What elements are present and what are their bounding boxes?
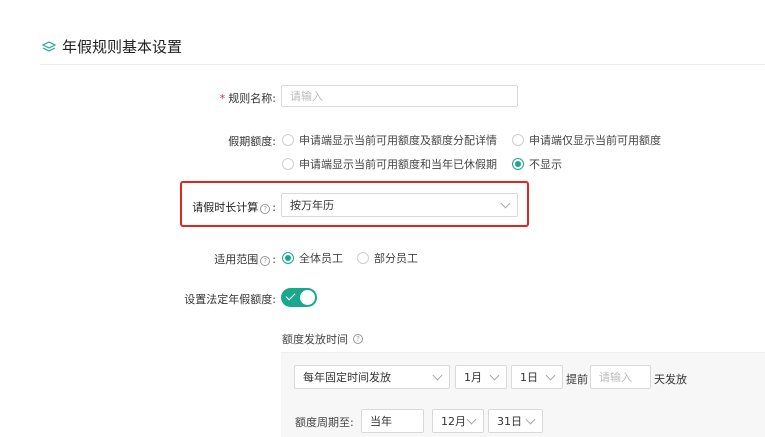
required-mark: *: [219, 92, 226, 105]
after-text: 天发放: [654, 373, 687, 386]
toggle-knob: [300, 290, 315, 305]
quota-option-detail-label: 申请端显示当前可用额度及额度分配详情: [299, 134, 497, 147]
chevron-down-icon: [432, 370, 443, 380]
period-day-select[interactable]: 31日: [488, 409, 543, 433]
scope-option-all[interactable]: 全体员工: [282, 250, 343, 266]
radio-circle-selected: [512, 158, 524, 170]
section-divider: [40, 64, 765, 65]
duration-calc-value: 按万年历: [290, 199, 334, 212]
scope-colon: :: [272, 253, 276, 266]
quota-label: 假期额度:: [228, 135, 276, 148]
scope-label: 适用范围?:: [214, 251, 276, 267]
chevron-down-icon: [525, 414, 536, 424]
period-day-value: 31日: [497, 415, 522, 428]
section-title: 年假规则基本设置: [62, 38, 183, 56]
layers-icon: [42, 40, 56, 52]
help-icon[interactable]: ?: [260, 204, 271, 214]
advance-days-input[interactable]: 请输入: [590, 365, 651, 389]
chevron-down-icon: [500, 198, 511, 208]
scope-label-text: 适用范围: [214, 253, 259, 266]
quota-option-used[interactable]: 申请端显示当前可用额度和当年已休假期: [282, 156, 497, 172]
grant-method-value: 每年固定时间发放: [303, 371, 391, 384]
chevron-down-icon: [489, 370, 500, 380]
help-icon[interactable]: ?: [353, 334, 363, 344]
section-header: 年假规则基本设置: [42, 36, 182, 57]
advance-days-placeholder: 请输入: [599, 371, 632, 384]
quota-option-available-label: 申请端仅显示当前可用额度: [529, 134, 661, 147]
grant-day-select[interactable]: 1日: [511, 365, 563, 389]
help-icon[interactable]: ?: [260, 256, 271, 266]
rule-name-label-text: 规则名称:: [228, 92, 276, 105]
radio-circle-selected: [282, 252, 294, 264]
chevron-down-icon: [466, 414, 477, 424]
period-year-input[interactable]: 当年: [361, 409, 424, 433]
scope-option-all-label: 全体员工: [299, 252, 343, 265]
grant-month-value: 1月: [464, 371, 482, 384]
quota-option-used-label: 申请端显示当前可用额度和当年已休假期: [299, 158, 497, 171]
period-month-value: 12月: [441, 415, 466, 428]
grant-month-select[interactable]: 1月: [455, 365, 507, 389]
period-month-select[interactable]: 12月: [432, 409, 484, 433]
rule-name-label: * 规则名称:: [220, 90, 276, 106]
quota-option-detail[interactable]: 申请端显示当前可用额度及额度分配详情: [282, 132, 497, 148]
quota-option-hidden-label: 不显示: [529, 158, 562, 171]
duration-calc-label-text: 请假时长计算: [192, 201, 259, 214]
radio-circle: [512, 134, 524, 146]
duration-calc-colon: :: [272, 201, 276, 214]
statutory-toggle[interactable]: [281, 288, 317, 307]
duration-calc-label: 请假时长计算?:: [192, 199, 276, 215]
radio-circle: [282, 134, 294, 146]
quota-option-hidden[interactable]: 不显示: [512, 156, 562, 172]
rule-name-input[interactable]: 请输入: [281, 85, 518, 107]
scope-option-partial[interactable]: 部分员工: [357, 250, 418, 266]
check-icon: [285, 290, 296, 301]
duration-calc-select[interactable]: 按万年历: [281, 193, 518, 217]
grant-time-label: 额度发放时间: [282, 333, 348, 346]
grant-time-header: 额度发放时间 ?: [282, 331, 365, 347]
chevron-down-icon: [545, 370, 556, 380]
statutory-label: 设置法定年假额度:: [184, 293, 276, 306]
rule-name-placeholder: 请输入: [290, 90, 323, 103]
radio-circle: [357, 252, 369, 264]
period-year-value: 当年: [370, 415, 392, 428]
radio-circle: [282, 158, 294, 170]
scope-option-partial-label: 部分员工: [374, 252, 418, 265]
grant-method-select[interactable]: 每年固定时间发放: [294, 365, 450, 389]
quota-option-available[interactable]: 申请端仅显示当前可用额度: [512, 132, 661, 148]
before-text: 提前: [566, 373, 588, 386]
grant-day-value: 1日: [520, 371, 538, 384]
period-label: 额度周期至:: [295, 416, 354, 429]
